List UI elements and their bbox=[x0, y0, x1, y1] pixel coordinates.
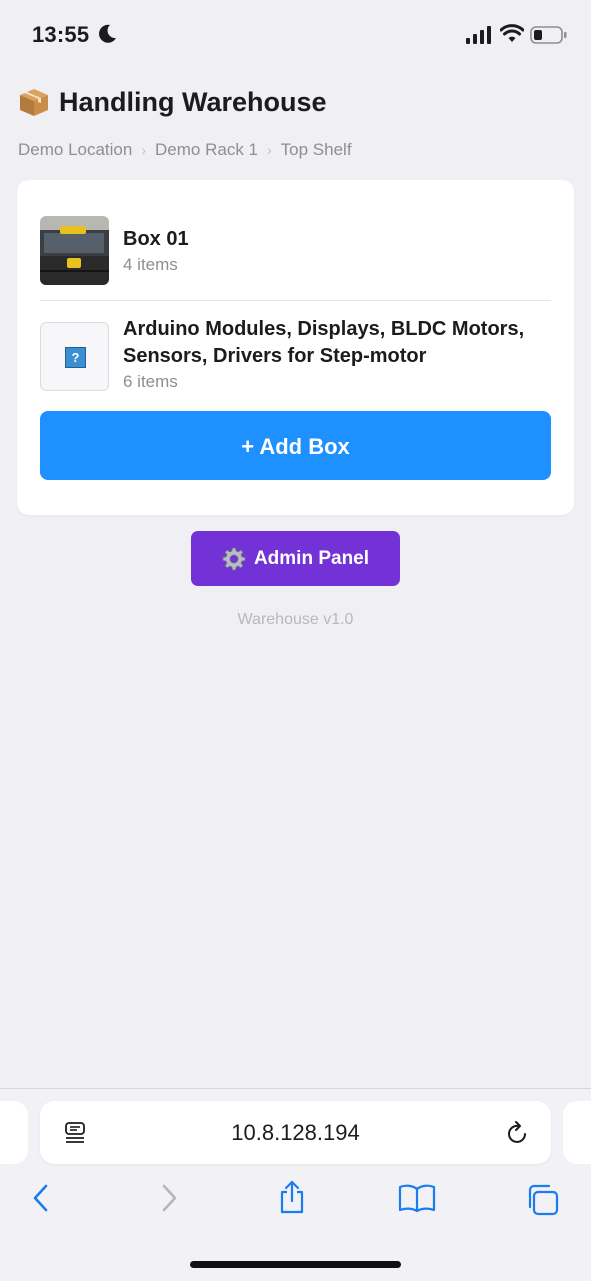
chevron-right-icon: › bbox=[267, 142, 272, 158]
list-item[interactable]: ? Arduino Modules, Displays, BLDC Motors… bbox=[40, 318, 551, 395]
breadcrumb: Demo Location › Demo Rack 1 › Top Shelf bbox=[18, 140, 352, 160]
box-item-count: 4 items bbox=[123, 255, 178, 274]
admin-panel-label: Admin Panel bbox=[253, 547, 370, 569]
box-name: Box 01 bbox=[123, 228, 189, 250]
add-box-button[interactable]: + Add Box bbox=[40, 411, 551, 480]
cellular-signal-icon bbox=[466, 26, 491, 44]
address-bar[interactable]: 10.8.128.194 bbox=[40, 1101, 551, 1164]
box-thumbnail bbox=[40, 216, 109, 285]
bookmarks-icon[interactable] bbox=[398, 1183, 436, 1213]
battery-icon bbox=[530, 26, 567, 44]
status-bar: 13:55 bbox=[0, 0, 591, 70]
home-indicator bbox=[190, 1261, 401, 1268]
previous-tab-preview[interactable] bbox=[0, 1101, 28, 1164]
gear-icon bbox=[222, 547, 246, 570]
page-header: Handling Warehouse bbox=[18, 86, 327, 118]
reload-icon[interactable] bbox=[506, 1120, 530, 1146]
status-time: 13:55 bbox=[32, 22, 90, 47]
divider bbox=[40, 300, 551, 301]
box-thumbnail: ? bbox=[40, 322, 109, 391]
box-list-card: Box 01 4 items ? Arduino Modules, Displa… bbox=[17, 180, 574, 515]
share-icon[interactable] bbox=[277, 1179, 307, 1215]
toolbox-photo bbox=[40, 216, 109, 285]
list-item[interactable]: Box 01 4 items bbox=[40, 216, 551, 286]
page-title: Handling Warehouse bbox=[59, 86, 327, 117]
forward-icon[interactable] bbox=[158, 1183, 180, 1213]
next-tab-preview[interactable] bbox=[563, 1101, 591, 1164]
admin-panel-button[interactable]: Admin Panel bbox=[191, 531, 400, 586]
chevron-right-icon: › bbox=[141, 142, 147, 158]
tabs-icon[interactable] bbox=[525, 1183, 561, 1217]
url-text: 10.8.128.194 bbox=[231, 1120, 360, 1145]
question-mark-icon: ? bbox=[65, 347, 86, 368]
breadcrumb-location[interactable]: Demo Location bbox=[18, 140, 132, 160]
back-icon[interactable] bbox=[30, 1183, 52, 1213]
box-item-count: 6 items bbox=[123, 372, 178, 391]
breadcrumb-shelf: Top Shelf bbox=[280, 140, 352, 159]
box-name: Arduino Modules, Displays, BLDC Motors, … bbox=[123, 318, 525, 367]
version-text: Warehouse v1.0 bbox=[237, 611, 354, 628]
breadcrumb-rack[interactable]: Demo Rack 1 bbox=[155, 140, 258, 160]
wifi-icon bbox=[500, 24, 524, 42]
browser-toolbar: 10.8.128.194 bbox=[0, 1088, 591, 1281]
package-icon bbox=[20, 89, 48, 116]
moon-icon bbox=[99, 24, 116, 43]
